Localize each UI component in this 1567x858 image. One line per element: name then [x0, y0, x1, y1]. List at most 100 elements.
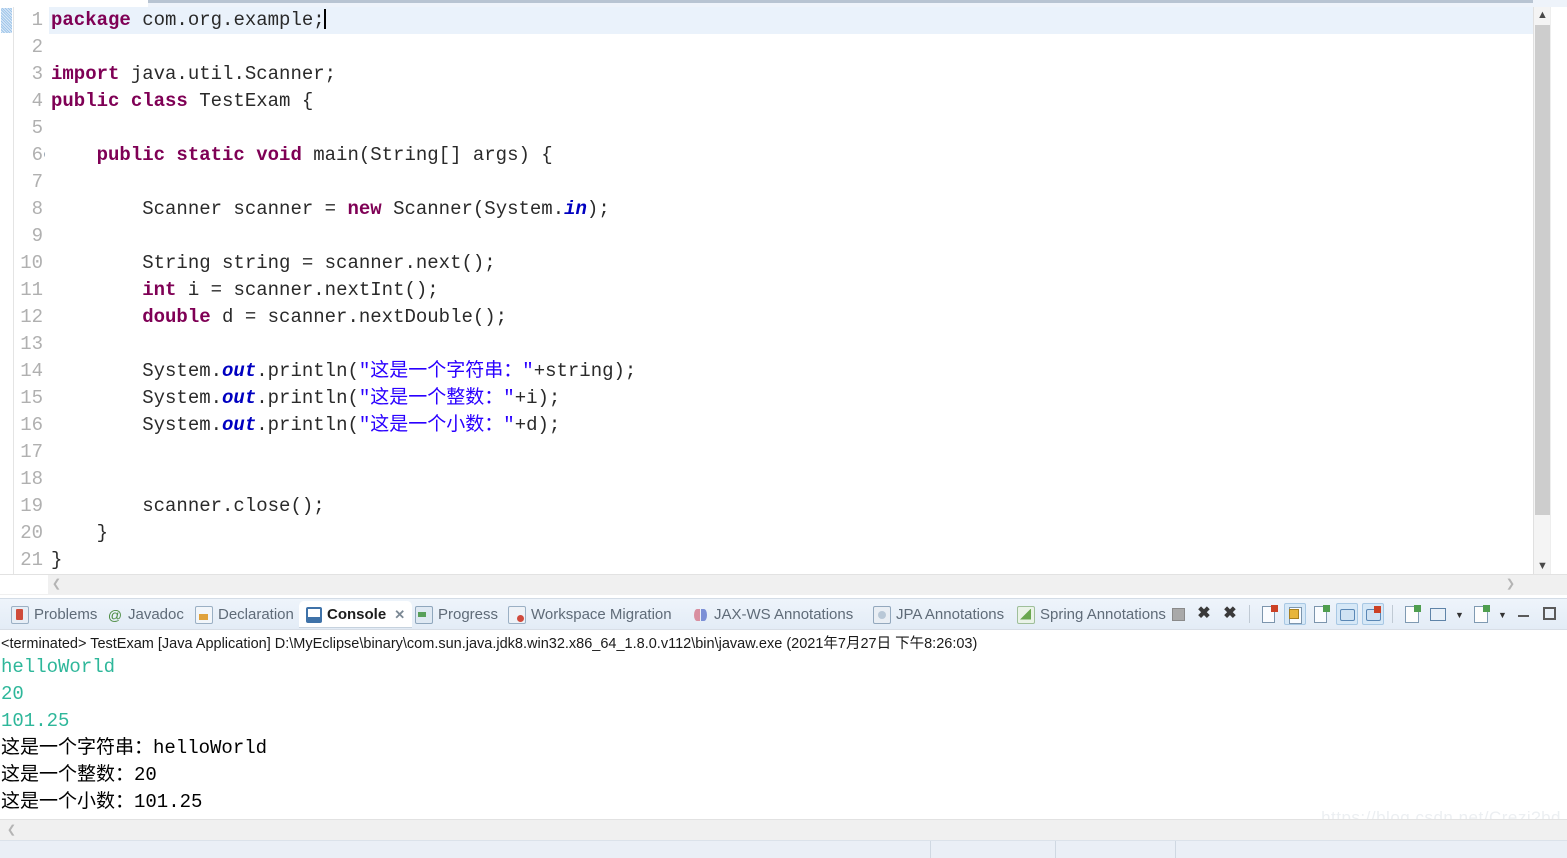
code-line[interactable] [49, 439, 1534, 466]
annotation-marker[interactable] [1, 8, 12, 33]
code-token: import [51, 63, 119, 85]
line-number: 3 [14, 61, 45, 88]
pin-console-button[interactable] [1362, 603, 1384, 625]
code-token: String string = scanner.next(); [51, 252, 496, 274]
view-tab-declaration[interactable]: Declaration [188, 601, 301, 628]
console-view[interactable]: <terminated> TestExam [Java Application]… [0, 629, 1567, 858]
editor-vscroll-thumb[interactable] [1535, 25, 1550, 515]
code-line[interactable]: public class TestExam { [49, 88, 1534, 115]
code-line[interactable] [49, 331, 1534, 358]
x-icon: ✖ [1193, 603, 1215, 625]
console-output[interactable]: helloWorld20101.25这是一个字符串：helloWorld这是一个… [0, 654, 1560, 824]
maximize-icon [1543, 607, 1556, 620]
code-line[interactable]: public static void main(String[] args) { [49, 142, 1534, 169]
minimize-button[interactable] [1513, 603, 1535, 625]
status-bar-segment-1 [0, 841, 931, 858]
code-token: out [222, 414, 256, 436]
display-console-button[interactable] [1427, 603, 1449, 625]
maximize-button[interactable] [1539, 603, 1561, 625]
code-line[interactable]: } [49, 547, 1534, 574]
code-token: System. [51, 414, 222, 436]
line-number: 15 [14, 385, 45, 412]
code-token: in [564, 198, 587, 220]
scroll-left-icon[interactable]: ❮ [48, 575, 65, 594]
scroll-right-icon[interactable]: ❯ [1502, 575, 1519, 594]
code-line[interactable]: System.out.println("这是一个字符串："+string); [49, 358, 1534, 385]
code-token: ); [587, 198, 610, 220]
code-line[interactable]: System.out.println("这是一个整数："+i); [49, 385, 1534, 412]
code-token: Scanner scanner = [51, 198, 347, 220]
code-token: .println( [256, 360, 359, 382]
view-tab-label: Console [327, 607, 386, 622]
lock-icon [1289, 609, 1299, 619]
word-wrap-button[interactable] [1310, 603, 1332, 625]
console-scroll-left-icon[interactable]: ❮ [3, 820, 20, 840]
code-line[interactable]: System.out.println("这是一个小数："+d); [49, 412, 1534, 439]
open-console-button[interactable] [1470, 603, 1492, 625]
editor-horizontal-scrollbar[interactable]: ❮ ❯ [0, 574, 1567, 595]
close-icon[interactable]: ✕ [394, 607, 405, 623]
chevron-down-icon: ▼ [1453, 603, 1466, 625]
line-number: 1 [14, 7, 45, 34]
stop-icon [1172, 608, 1185, 621]
code-token: +i); [515, 387, 561, 409]
code-line[interactable]: int i = scanner.nextInt(); [49, 277, 1534, 304]
remove-all-launches-button[interactable]: ✖ [1219, 603, 1241, 625]
console-toolbar[interactable]: ✖✖ ▼ ▼ [1167, 601, 1561, 626]
view-tab-label: Javadoc [128, 607, 184, 622]
display-console-dropdown[interactable]: ▼ [1453, 603, 1466, 625]
code-line[interactable]: import java.util.Scanner; [49, 61, 1534, 88]
code-token [51, 144, 97, 166]
line-number: 16 [14, 412, 45, 439]
code-line[interactable] [49, 223, 1534, 250]
code-token: scanner.close(); [51, 495, 325, 517]
view-tab-jpa-annotations[interactable]: JPA Annotations [866, 601, 1011, 628]
line-number-gutter: 123456789101112131415161718192021 [14, 7, 45, 575]
open-console-dropdown[interactable]: ▼ [1496, 603, 1509, 625]
line-number: 17 [14, 439, 45, 466]
view-tab-problems[interactable]: Problems [4, 601, 104, 628]
console-horizontal-scrollbar[interactable]: ❮ [0, 819, 1567, 841]
code-line[interactable] [49, 466, 1534, 493]
code-line[interactable] [49, 115, 1534, 142]
annotation-ruler[interactable] [0, 7, 14, 575]
terminate-button[interactable] [1167, 603, 1189, 625]
chevron-down-icon: ▼ [1496, 603, 1509, 625]
editor-active-tab[interactable] [0, 0, 148, 7]
editor-vertical-scrollbar[interactable]: ▲ ▼ [1533, 7, 1551, 575]
view-tab-jax-ws-annotations[interactable]: JAX-WS Annotations [686, 601, 860, 628]
code-token: package [51, 9, 131, 31]
scroll-up-icon[interactable]: ▲ [1534, 7, 1551, 24]
view-tab-workspace-migration[interactable]: Workspace Migration [501, 601, 679, 628]
workspace-icon [508, 606, 526, 624]
line-number: 19 [14, 493, 45, 520]
code-line[interactable] [49, 34, 1534, 61]
scroll-lock-button[interactable] [1284, 603, 1306, 625]
spring-icon [1017, 606, 1035, 624]
editor-tab-border [148, 0, 1533, 3]
javadoc-icon: @ [107, 607, 123, 623]
code-line[interactable]: double d = scanner.nextDouble(); [49, 304, 1534, 331]
code-token: public class [51, 90, 188, 112]
remove-launch-button[interactable]: ✖ [1193, 603, 1215, 625]
code-line[interactable]: String string = scanner.next(); [49, 250, 1534, 277]
new-console-button[interactable] [1401, 603, 1423, 625]
code-line[interactable]: scanner.close(); [49, 493, 1534, 520]
code-line[interactable]: } [49, 520, 1534, 547]
code-line[interactable]: package com.org.example; [49, 7, 1534, 34]
view-tab-progress[interactable]: Progress [408, 601, 505, 628]
view-tab-javadoc[interactable]: @ Javadoc [100, 601, 191, 628]
view-tab-spring-annotations[interactable]: Spring Annotations [1010, 601, 1173, 628]
code-editor[interactable]: 123456789101112131415161718192021 packag… [0, 0, 1567, 595]
show-console-button[interactable] [1336, 603, 1358, 625]
code-token: "这是一个小数：" [359, 414, 515, 436]
clear-console-button[interactable] [1258, 603, 1280, 625]
code-line[interactable] [49, 169, 1534, 196]
status-bar [0, 840, 1567, 858]
status-bar-segment-2 [930, 841, 1056, 858]
view-tab-console[interactable]: Console ✕ [299, 601, 412, 628]
scroll-down-icon[interactable]: ▼ [1534, 558, 1551, 575]
code-line[interactable]: Scanner scanner = new Scanner(System.in)… [49, 196, 1534, 223]
code-surface[interactable]: package com.org.example; import java.uti… [49, 7, 1534, 575]
view-tab-label: Spring Annotations [1040, 607, 1166, 622]
